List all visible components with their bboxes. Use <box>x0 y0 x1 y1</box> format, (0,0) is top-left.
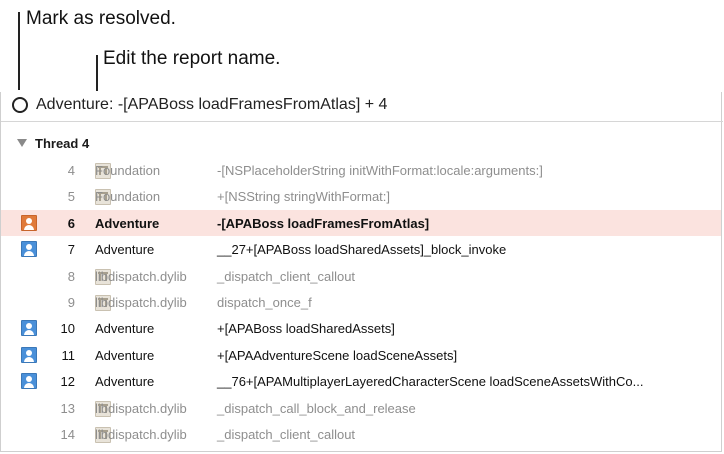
frame-number: 13 <box>60 400 75 416</box>
frame-symbol: __27+[APABoss loadSharedAssets]_block_in… <box>217 242 507 258</box>
frame-library: libdispatch.dylib <box>95 400 187 416</box>
frame-library: libdispatch.dylib <box>95 268 187 284</box>
frame-symbol: _dispatch_call_block_and_release <box>217 400 416 416</box>
frame-symbol: +[APABoss loadSharedAssets] <box>217 321 395 337</box>
frame-library: Adventure <box>95 215 160 231</box>
frame-symbol: __76+[APAMultiplayerLayeredCharacterScen… <box>217 374 644 390</box>
frame-library: libdispatch.dylib <box>95 426 187 442</box>
frame-symbol: -[NSPlaceholderString initWithFormat:loc… <box>217 163 543 178</box>
stack-frame-row[interactable]: 10 Adventure +[APABoss loadSharedAssets] <box>1 315 721 341</box>
frame-number: 14 <box>60 426 75 442</box>
stack-frame-row[interactable]: 4 Foundation -[NSPlaceholderString initW… <box>1 157 721 183</box>
user-code-icon <box>21 373 37 390</box>
frame-library: Adventure <box>95 374 155 390</box>
stack-frame-row[interactable]: 9 libdispatch.dylib dispatch_once_f <box>1 289 721 315</box>
stack-frame-row[interactable]: 13 libdispatch.dylib _dispatch_call_bloc… <box>1 395 721 421</box>
frame-library: libdispatch.dylib <box>95 294 187 310</box>
frame-symbol: +[NSString stringWithFormat:] <box>217 189 391 205</box>
frame-number: 5 <box>67 189 75 205</box>
stack-frame-row[interactable]: 14 libdispatch.dylib _dispatch_client_ca… <box>1 421 721 447</box>
frame-number: 12 <box>60 374 75 390</box>
user-code-icon <box>21 241 37 258</box>
stack-frame-row[interactable]: 8 libdispatch.dylib _dispatch_client_cal… <box>1 263 721 289</box>
frame-number: 11 <box>61 347 76 363</box>
stack-frame-row[interactable]: 5 Foundation +[NSString stringWithFormat… <box>1 183 721 209</box>
frame-library: Foundation <box>95 189 161 205</box>
frame-number: 7 <box>67 242 75 258</box>
user-code-icon <box>21 214 37 231</box>
frame-number: 8 <box>67 268 75 284</box>
frame-number: 9 <box>67 294 75 310</box>
frame-symbol: _dispatch_client_callout <box>217 268 356 284</box>
mark-resolved-callout-line <box>18 12 20 90</box>
frame-symbol: +[APAAdventureScene loadSceneAssets] <box>217 347 458 363</box>
frame-library: Adventure <box>95 347 155 363</box>
frame-number: 4 <box>67 163 75 178</box>
frame-library: Adventure <box>95 321 155 337</box>
mark-resolved-callout: Mark as resolved. <box>26 8 176 29</box>
thread-header[interactable]: Thread 4 <box>17 136 89 151</box>
stack-frame-row[interactable]: 12 Adventure __76+[APAMultiplayerLayered… <box>1 368 721 394</box>
report-header: Adventure: -[APABoss loadFramesFromAtlas… <box>1 92 723 122</box>
crash-report-panel: Adventure: -[APABoss loadFramesFromAtlas… <box>0 92 723 452</box>
disclosure-triangle-icon[interactable] <box>17 139 27 147</box>
mark-resolved-button[interactable] <box>12 97 28 113</box>
edit-report-name-callout: Edit the report name. <box>103 48 281 69</box>
frame-symbol: _dispatch_client_callout <box>217 426 356 442</box>
frame-number: 6 <box>67 215 75 231</box>
frame-library: Adventure <box>95 242 155 258</box>
stack-frame-row[interactable]: 11 Adventure +[APAAdventureScene loadSce… <box>1 342 721 368</box>
frame-symbol: -[APABoss loadFramesFromAtlas] <box>217 215 430 231</box>
user-code-icon <box>21 346 37 363</box>
stack-frame-row[interactable]: 7 Adventure __27+[APABoss loadSharedAsse… <box>1 236 721 262</box>
report-name-field[interactable]: Adventure: -[APABoss loadFramesFromAtlas… <box>36 96 387 114</box>
edit-report-name-callout-line <box>96 55 98 91</box>
stack-frame-row[interactable]: 6 Adventure -[APABoss loadFramesFromAtla… <box>1 209 721 237</box>
thread-label: Thread 4 <box>35 136 90 151</box>
frame-library: Foundation <box>95 163 161 178</box>
frame-symbol: dispatch_once_f <box>217 294 312 310</box>
user-code-icon <box>21 320 37 337</box>
stack-frame-list: 4 Foundation -[NSPlaceholderString initW… <box>1 157 721 447</box>
frame-number: 10 <box>60 321 75 337</box>
